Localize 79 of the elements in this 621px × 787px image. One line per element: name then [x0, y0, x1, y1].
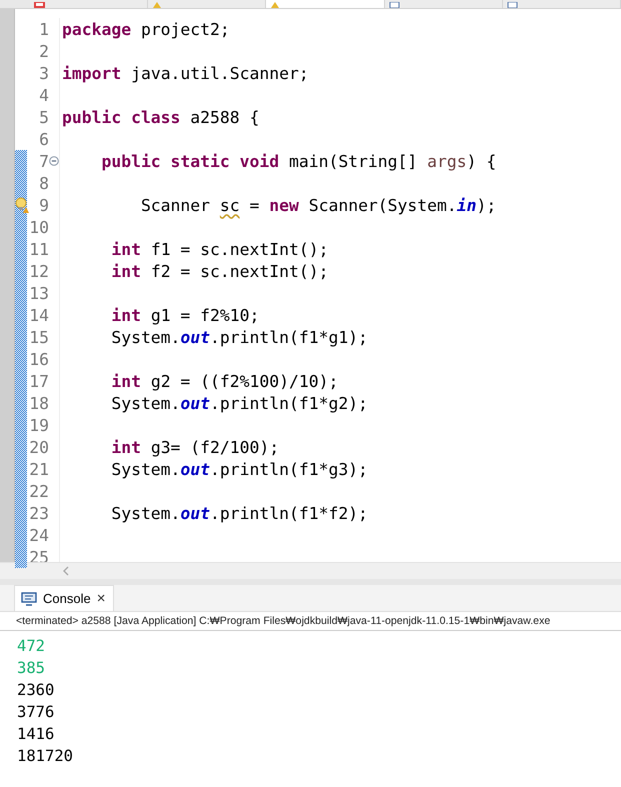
keyword-text: int	[110, 438, 141, 456]
output-text: 3776	[17, 702, 54, 723]
line-number: 18	[28, 394, 49, 412]
code-text: System.	[110, 394, 180, 412]
input-text: 472	[17, 636, 45, 657]
line-number: 17	[28, 372, 49, 390]
console-tab[interactable]: Console ×	[14, 585, 114, 611]
code-text: Scanner	[140, 196, 212, 214]
code-text: f2 = sc.nextInt();	[150, 262, 328, 280]
close-icon[interactable]: ×	[96, 590, 106, 607]
code-text: .println(f1*g2);	[210, 394, 368, 412]
code-text: System.	[110, 460, 180, 478]
keyword-text: import	[62, 64, 122, 82]
line-number: 8	[38, 174, 49, 192]
process-status: <terminated> a2588 [Java Application] C:₩Program Files₩ojdkbuild₩java-11-openjdk-11.0.15-1₩bin₩javaw.exe	[0, 612, 621, 631]
keyword-text: new	[269, 196, 299, 214]
code-text: java.util.Scanner;	[130, 64, 309, 82]
line-number: 14	[28, 306, 49, 324]
line-number: 22	[28, 482, 49, 500]
code-text: );	[476, 196, 496, 214]
keyword-text: int	[110, 372, 141, 390]
variable-text: sc	[220, 196, 240, 214]
code-text: System.	[110, 328, 180, 346]
field-text: out	[180, 460, 210, 478]
line-number: 15	[28, 328, 49, 346]
parameter-text: args	[427, 152, 467, 170]
line-number: 2	[38, 42, 49, 60]
lightbulb-warning-icon[interactable]	[15, 197, 29, 213]
line-number: 3	[38, 64, 49, 82]
line-number: 13	[28, 284, 49, 302]
code-text: .println(f1*f2);	[210, 504, 368, 522]
line-number: 5	[38, 108, 49, 126]
editor-tab[interactable]	[384, 0, 503, 8]
keyword-text: int	[110, 240, 141, 258]
code-text: g2 = ((f2%100)/10);	[150, 372, 338, 390]
keyword-text: public static void	[100, 152, 280, 170]
monitor-icon	[21, 592, 37, 606]
input-text: 385	[17, 658, 45, 679]
code-text: a2588 {	[189, 108, 260, 126]
line-number: 23	[28, 504, 49, 522]
code-text: ) {	[466, 152, 496, 170]
keyword-text: int	[110, 262, 141, 280]
collapse-icon[interactable]	[49, 156, 59, 166]
line-number: 19	[28, 416, 49, 434]
code-text: =	[248, 196, 260, 214]
line-number: 16	[28, 350, 49, 368]
editor-tab[interactable]	[502, 0, 621, 8]
field-text: out	[180, 394, 210, 412]
line-number: 11	[28, 240, 49, 258]
code-text: Scanner(System.	[308, 196, 457, 214]
console-tab-label: Console	[43, 591, 91, 606]
code-text: g3= (f2/100);	[150, 438, 280, 456]
line-number: 7	[38, 152, 49, 170]
keyword-text: int	[110, 306, 141, 324]
line-number: 4	[38, 86, 49, 104]
line-number: 12	[28, 262, 49, 280]
line-number: 9	[38, 196, 49, 214]
line-number: 1	[38, 20, 49, 38]
line-number: 10	[28, 218, 49, 236]
code-text: .println(f1*g3);	[210, 460, 368, 478]
line-number: 24	[28, 526, 49, 544]
code-text: .println(f1*g1);	[210, 328, 368, 346]
keyword-text: public class	[62, 108, 180, 126]
editor-tab[interactable]	[30, 0, 148, 8]
output-text: 1416	[17, 724, 54, 745]
code-text: project2;	[140, 20, 230, 38]
output-text: 181720	[17, 746, 73, 767]
keyword-text: package	[62, 20, 132, 38]
code-text: g1 = f2%10;	[150, 306, 260, 324]
code-text: f1 = sc.nextInt();	[150, 240, 328, 258]
line-number: 21	[28, 460, 49, 478]
field-text: in	[456, 196, 476, 214]
field-text: out	[180, 504, 210, 522]
line-number: 6	[38, 130, 49, 148]
code-text: main(String[]	[288, 152, 418, 170]
line-number: 20	[28, 438, 49, 456]
output-text: 2360	[17, 680, 54, 701]
code-text: System.	[110, 504, 180, 522]
field-text: out	[180, 328, 210, 346]
